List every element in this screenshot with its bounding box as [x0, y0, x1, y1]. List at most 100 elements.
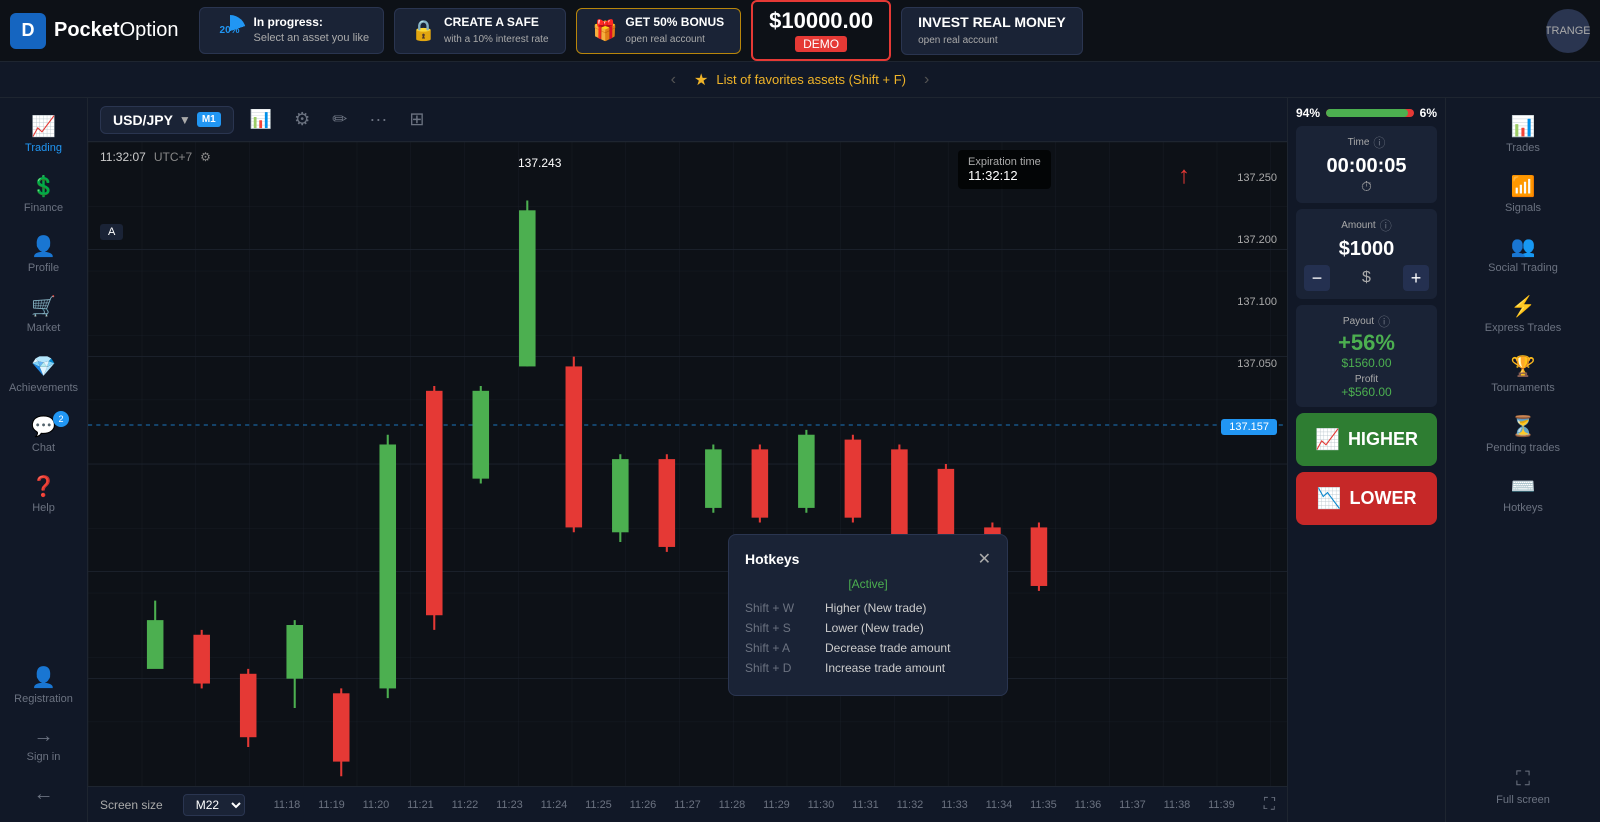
nav-label-finance: Finance: [24, 202, 63, 214]
right-nav-express-trades[interactable]: ⚡ Express Trades: [1446, 286, 1600, 342]
hotkey-row-4: Shift + D Increase trade amount: [745, 661, 991, 675]
favorites-text: List of favorites assets (Shift + F): [716, 72, 906, 87]
fullscreen-icon: ⛶: [1516, 768, 1530, 791]
nav-item-profile[interactable]: 👤 Profile: [0, 226, 87, 282]
time-label-16: 11:34: [986, 799, 1013, 811]
time-label-21: 11:39: [1208, 799, 1235, 811]
chart-body: 11:32:07 UTC+7 ⚙ A Expiration time 11:32…: [88, 142, 1287, 786]
time-label-15: 11:33: [941, 799, 968, 811]
create-safe-button[interactable]: 🔒 CREATE A SAFE with a 10% interest rate: [394, 8, 565, 54]
nav-label-achievements: Achievements: [9, 382, 78, 394]
time-label: Time ⓘ: [1304, 134, 1429, 151]
logo-text: PocketOption: [54, 19, 179, 42]
nav-item-signin[interactable]: → Sign in: [0, 717, 87, 771]
time-label-7: 11:25: [585, 799, 612, 811]
lower-button[interactable]: 📉 LOWER: [1296, 472, 1437, 525]
invest-button[interactable]: INVEST REAL MONEY open real account: [901, 7, 1083, 55]
right-nav-tournaments[interactable]: 🏆 Tournaments: [1446, 346, 1600, 402]
price-levels: 137.250 137.200 137.100 137.050: [1237, 172, 1277, 370]
draw-button[interactable]: ✏: [326, 105, 353, 134]
pct-left: 94%: [1296, 106, 1320, 120]
favorites-bar: ‹ ★ List of favorites assets (Shift + F)…: [0, 62, 1600, 98]
nav-item-market[interactable]: 🛒 Market: [0, 286, 87, 342]
right-nav-label-fullscreen: Full screen: [1496, 794, 1550, 806]
higher-label: HIGHER: [1348, 429, 1418, 450]
right-nav-pending-trades[interactable]: ⏳ Pending trades: [1446, 406, 1600, 462]
right-nav-label-trades: Trades: [1506, 142, 1540, 154]
progress-label: In progress:: [254, 14, 370, 31]
right-nav-label-social-trading: Social Trading: [1488, 262, 1558, 274]
bonus-sub: open real account: [625, 34, 705, 45]
chart-container: USD/JPY ▼ M1 📊 ⚙ ✏ ··· ⊞ 11:32:07 UTC+7 …: [88, 98, 1287, 822]
price-level-3: 137.100: [1237, 296, 1277, 308]
lower-icon: 📉: [1317, 486, 1342, 511]
hotkey-desc-4: Increase trade amount: [825, 661, 945, 675]
price-level-4: 137.050: [1237, 358, 1277, 370]
create-safe-sub: with a 10% interest rate: [444, 34, 549, 45]
pct-right: 6%: [1420, 106, 1437, 120]
balance-amount: $10000.00: [769, 8, 873, 34]
hotkeys-close-button[interactable]: ✕: [978, 549, 991, 569]
nav-item-chat[interactable]: 2 💬 Chat: [0, 406, 87, 462]
right-nav-label-pending-trades: Pending trades: [1486, 442, 1560, 454]
chart-toolbar: USD/JPY ▼ M1 📊 ⚙ ✏ ··· ⊞: [88, 98, 1287, 142]
price-level-2: 137.200: [1237, 234, 1277, 246]
left-sidebar: 📈 Trading 💲 Finance 👤 Profile 🛒 Market 💎…: [0, 98, 88, 822]
avatar[interactable]: STRANGER: [1546, 9, 1590, 53]
progress-sub: Select an asset you like: [254, 32, 370, 44]
indicators-button[interactable]: ⚙: [288, 105, 316, 134]
nav-item-registration[interactable]: 👤 Registration: [0, 657, 87, 713]
hotkey-row-3: Shift + A Decrease trade amount: [745, 641, 991, 655]
higher-button[interactable]: 📈 HIGHER: [1296, 413, 1437, 466]
favbar-left-arrow[interactable]: ‹: [661, 71, 686, 89]
hotkey-desc-1: Higher (New trade): [825, 601, 926, 615]
nav-label-help: Help: [32, 502, 55, 514]
asset-selector[interactable]: USD/JPY ▼ M1: [100, 106, 234, 134]
asset-label: USD/JPY: [113, 112, 173, 128]
right-nav-fullscreen[interactable]: ⛶ Full screen: [1446, 760, 1600, 814]
progress-text: In progress: Select an asset you like: [254, 14, 370, 46]
chart-settings-icon[interactable]: ⚙: [200, 150, 211, 164]
signin-icon: →: [34, 725, 54, 748]
expiry-box: Expiration time 11:32:12: [958, 150, 1051, 189]
express-trades-icon: ⚡: [1511, 294, 1536, 319]
profit-value: +$560.00: [1304, 385, 1429, 399]
hotkeys-popup: Hotkeys ✕ [Active] Shift + W Higher (New…: [728, 534, 1008, 696]
profile-icon: 👤: [31, 234, 56, 259]
nav-item-trading[interactable]: 📈 Trading: [0, 106, 87, 162]
right-nav-label-tournaments: Tournaments: [1491, 382, 1555, 394]
amount-increase-button[interactable]: +: [1403, 265, 1429, 291]
right-nav-social-trading[interactable]: 👥 Social Trading: [1446, 226, 1600, 282]
percent-bar: 94% 6%: [1296, 106, 1437, 120]
screen-size-selector[interactable]: M22: [183, 794, 245, 816]
layout-button[interactable]: ⊞: [403, 105, 430, 134]
bonus-text: GET 50% BONUS open real account: [625, 15, 724, 47]
nav-item-finance[interactable]: 💲 Finance: [0, 166, 87, 222]
nav-item-help[interactable]: ❓ Help: [0, 466, 87, 522]
demo-balance[interactable]: $10000.00 DEMO: [751, 0, 891, 61]
fullscreen-button[interactable]: ⛶: [1264, 796, 1275, 814]
progress-button[interactable]: 20% In progress: Select an asset you lik…: [199, 7, 385, 53]
hotkeys-status: [Active]: [745, 577, 991, 591]
amount-value: $1000: [1304, 238, 1429, 261]
more-button[interactable]: ···: [363, 105, 393, 134]
chart-label-a: A: [100, 224, 123, 240]
nav-item-back[interactable]: ←: [0, 775, 87, 814]
right-sidebar: 📊 Trades 📶 Signals 👥 Social Trading ⚡ Ex…: [1445, 98, 1600, 822]
amount-decrease-button[interactable]: −: [1304, 265, 1330, 291]
chart-type-button[interactable]: 📊: [244, 105, 278, 134]
right-nav-trades[interactable]: 📊 Trades: [1446, 106, 1600, 162]
favbar-right-arrow[interactable]: ›: [914, 71, 939, 89]
right-nav-hotkeys[interactable]: ⌨️ Hotkeys: [1446, 466, 1600, 522]
right-nav-signals[interactable]: 📶 Signals: [1446, 166, 1600, 222]
screen-size-label: Screen size: [100, 798, 163, 812]
bonus-button[interactable]: 🎁 GET 50% BONUS open real account: [576, 8, 742, 54]
higher-icon: 📈: [1315, 427, 1340, 452]
time-label-17: 11:35: [1030, 799, 1057, 811]
nav-item-achievements[interactable]: 💎 Achievements: [0, 346, 87, 402]
payout-section: Payout ⓘ +56% $1560.00 Profit +$560.00: [1296, 305, 1437, 407]
nav-label-registration: Registration: [14, 693, 73, 705]
hotkey-combo-2: Shift + S: [745, 621, 825, 635]
bonus-icon: 🎁: [593, 18, 618, 43]
chart-info-bar: 11:32:07 UTC+7 ⚙: [100, 150, 211, 164]
